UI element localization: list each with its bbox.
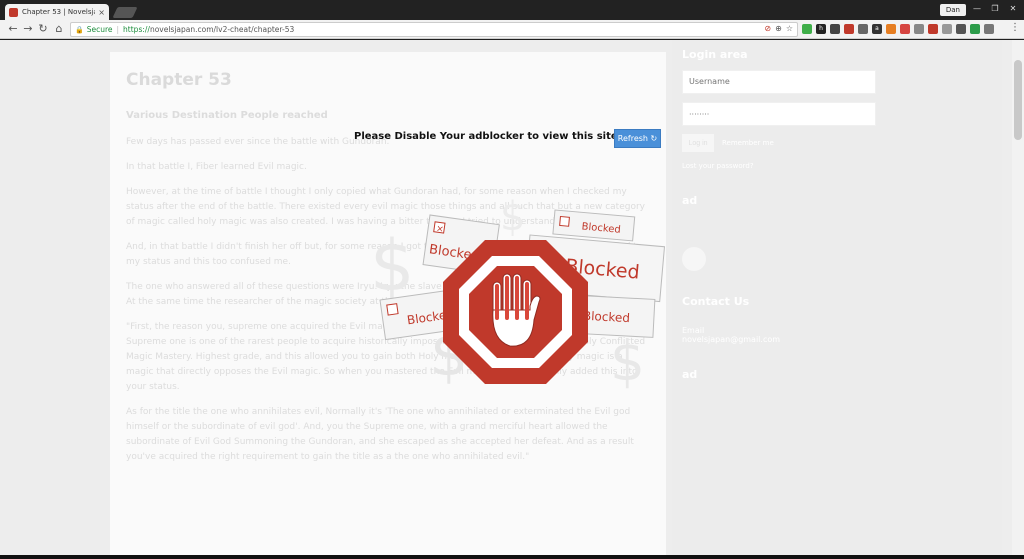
extension-doc-icon[interactable] [942,24,952,34]
dollar-sign-icon: $ [500,194,525,240]
extension-h-icon[interactable]: h [816,24,826,34]
adblock-illustration: $ $ $ $ × Blocked Blocked Blocked Blocke… [370,194,666,393]
ad-label: ad [682,194,698,207]
svg-text:Blocked: Blocked [583,309,631,325]
login-row: Log in Remember me [682,134,992,152]
globe-icon [682,247,706,271]
dollar-sign-icon: $ [370,225,415,307]
extension-grey-icon[interactable] [858,24,868,34]
contact-heading: Contact Us [682,295,750,308]
blocked-card: Blocked [552,209,636,242]
minimize-icon[interactable]: — [970,3,984,15]
lock-icon: 🔒 [75,25,84,34]
title-bar: Chapter 53 | Novelsjapan × Dan — ❐ ✕ [0,0,1024,20]
url-separator: | [116,25,120,34]
login-heading: Login area [682,48,748,61]
back-icon[interactable]: ← [6,22,20,36]
stop-hand-icon [443,240,588,384]
extension-orange-icon[interactable] [886,24,896,34]
url-scheme: https:// [123,25,150,34]
tab-close-icon[interactable]: × [98,8,105,17]
sidebar: Login area Log in Remember me Lost your … [672,40,1002,555]
extension-flag-icon[interactable] [900,24,910,34]
adblock-message: Please Disable Your adblocker to view th… [354,131,622,142]
svg-text:×: × [435,224,444,235]
scrollbar-thumb[interactable] [1014,60,1022,140]
site-favicon-icon [9,7,18,17]
refresh-button[interactable]: Refresh ↻ [614,129,661,148]
extension-layers-icon[interactable] [830,24,840,34]
home-icon[interactable]: ⌂ [52,22,66,36]
scrollbar[interactable] [1012,40,1024,555]
email-value[interactable]: novelsjapan@gmail.com [682,335,992,344]
extension-photo-icon[interactable] [956,24,966,34]
zoom-icon[interactable]: ⊕ [775,24,782,33]
paragraph: As for the title the one who annihilates… [126,407,634,462]
login-button[interactable]: Log in [682,134,714,152]
address-bar[interactable]: 🔒 Secure | https:// novelsjapan.com/lv2-… [70,22,798,37]
extension-grammar-icon[interactable] [970,24,980,34]
remember-me-label[interactable]: Remember me [722,139,774,147]
email-label: Email [682,326,705,335]
dollar-sign-icon: $ [610,329,645,393]
chapter-subtitle: Various Destination People reached [126,110,328,121]
password-input[interactable] [682,102,876,126]
adblock-extension-icon[interactable] [928,24,938,34]
ad-label: ad [682,368,698,381]
extension-misc-icon[interactable] [984,24,994,34]
secure-label: Secure [86,25,113,34]
bookmark-star-icon[interactable]: ☆ [786,24,793,33]
browser-toolbar: ← → ↻ ⌂ 🔒 Secure | https:// novelsjapan.… [0,20,1024,39]
extension-red-icon[interactable] [844,24,854,34]
adblock-page-icon[interactable]: ⊘ [764,24,771,33]
profile-button[interactable]: Dan [939,4,966,16]
maximize-icon[interactable]: ❐ [988,3,1002,15]
tab-title: Chapter 53 | Novelsjapan [22,8,95,16]
chapter-title: Chapter 53 [126,70,232,90]
close-window-icon[interactable]: ✕ [1006,3,1020,15]
url-path: novelsjapan.com/lv2-cheat/chapter-53 [149,25,295,34]
menu-kebab-icon[interactable]: ⋮ [1010,22,1020,33]
omnibox-icons: ⊘ ⊕ ☆ [764,24,793,33]
reload-icon[interactable]: ↻ [36,22,50,36]
extension-green-icon[interactable] [802,24,812,34]
username-input[interactable] [682,69,876,94]
lost-password-link[interactable]: Lost your password? [682,162,992,170]
taskbar [0,555,1024,559]
extension-search-icon[interactable] [914,24,924,34]
extensions-row: h a [802,24,994,34]
tab-chapter-53[interactable]: Chapter 53 | Novelsjapan × [5,4,109,20]
new-tab-button[interactable] [112,7,138,18]
extension-amazon-icon[interactable]: a [872,24,882,34]
forward-icon[interactable]: → [21,22,35,36]
